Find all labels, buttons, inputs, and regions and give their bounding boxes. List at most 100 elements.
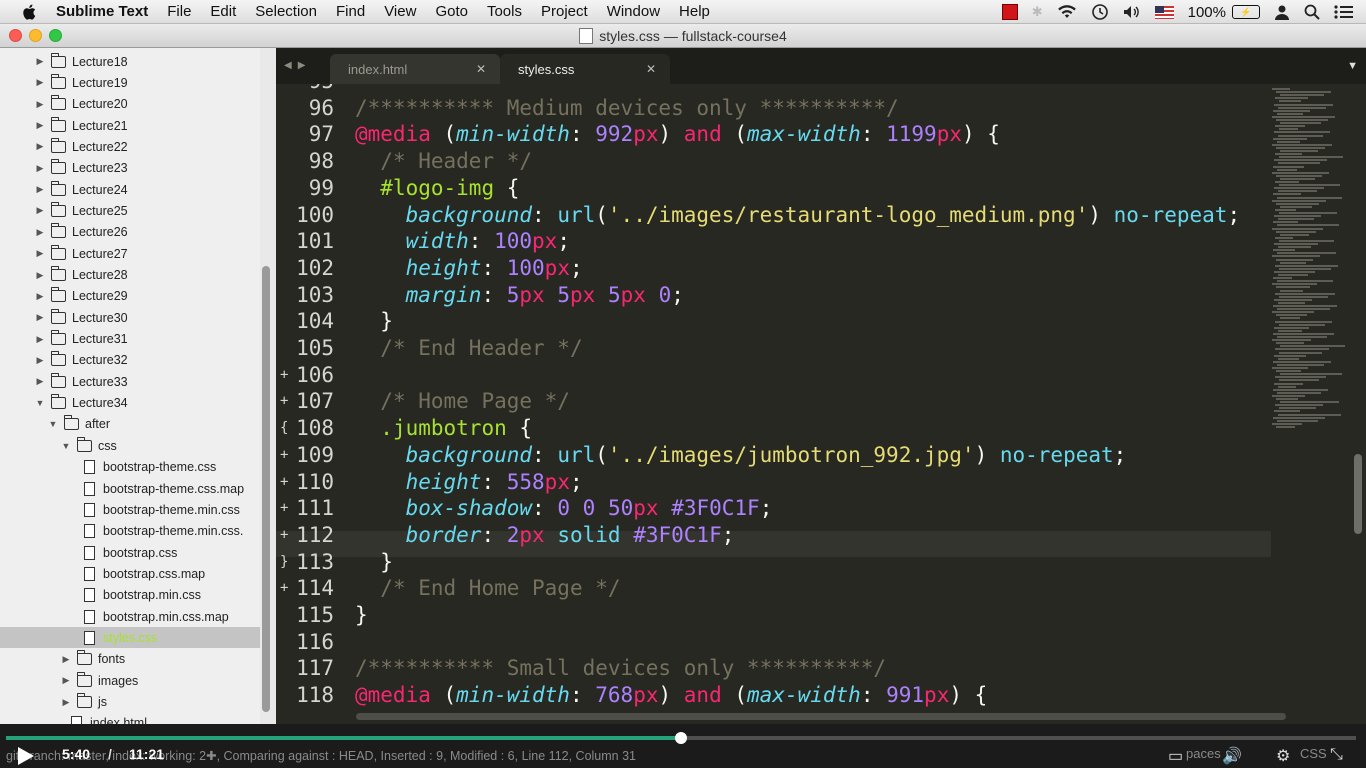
sidebar-folder[interactable]: ▶ Lecture22 xyxy=(0,136,260,157)
video-progress-knob[interactable] xyxy=(675,732,687,744)
sidebar-folder[interactable]: ▼ css xyxy=(0,435,260,456)
tab-nav-arrows-icon[interactable]: ◀▶ xyxy=(284,60,311,71)
disclosure-closed-icon[interactable]: ▶ xyxy=(34,333,46,345)
disclosure-closed-icon[interactable]: ▶ xyxy=(34,376,46,388)
menu-goto[interactable]: Goto xyxy=(435,3,468,20)
sidebar-folder[interactable]: ▶ Lecture33 xyxy=(0,371,260,392)
menu-file[interactable]: File xyxy=(167,3,191,20)
disclosure-open-icon[interactable]: ▼ xyxy=(47,418,59,430)
syntax-mode[interactable]: CSS xyxy=(1300,746,1327,761)
minimap[interactable] xyxy=(1272,84,1350,444)
sidebar-folder[interactable]: ▶ js xyxy=(0,692,260,713)
sidebar-folder[interactable]: ▶ Lecture29 xyxy=(0,286,260,307)
tab-styles-css[interactable]: styles.css ✕ xyxy=(500,54,670,84)
menu-edit[interactable]: Edit xyxy=(210,3,236,20)
menu-project[interactable]: Project xyxy=(541,3,588,20)
disclosure-closed-icon[interactable]: ▶ xyxy=(34,184,46,196)
disclosure-closed-icon[interactable]: ▶ xyxy=(34,141,46,153)
sidebar-file[interactable]: bootstrap.css.map xyxy=(0,563,260,584)
spotlight-search-icon[interactable] xyxy=(1304,4,1320,20)
exit-fullscreen-icon[interactable]: ⤡ xyxy=(1330,746,1343,764)
sidebar-file[interactable]: bootstrap-theme.min.css. xyxy=(0,521,260,542)
sidebar-folder[interactable]: ▶ Lecture28 xyxy=(0,265,260,286)
app-menu[interactable]: Sublime Text xyxy=(56,3,148,20)
sidebar-file[interactable]: bootstrap.min.css.map xyxy=(0,606,260,627)
sidebar-folder[interactable]: ▶ Lecture25 xyxy=(0,200,260,221)
disclosure-closed-icon[interactable]: ▶ xyxy=(34,269,46,281)
record-icon[interactable] xyxy=(1001,4,1018,20)
sidebar-file[interactable]: bootstrap-theme.css xyxy=(0,457,260,478)
menu-find[interactable]: Find xyxy=(336,3,365,20)
time-machine-icon[interactable] xyxy=(1091,3,1109,21)
sidebar-folder[interactable]: ▶ Lecture24 xyxy=(0,179,260,200)
minimize-window-button[interactable] xyxy=(29,29,42,42)
close-window-button[interactable] xyxy=(9,29,22,42)
captions-icon[interactable]: ▭ xyxy=(1168,746,1183,766)
notification-center-icon[interactable] xyxy=(1334,5,1354,19)
disclosure-closed-icon[interactable]: ▶ xyxy=(34,205,46,217)
disclosure-closed-icon[interactable]: ▶ xyxy=(60,653,72,665)
apple-icon[interactable] xyxy=(20,2,40,22)
sidebar-folder[interactable]: ▶ Lecture30 xyxy=(0,307,260,328)
sidebar-folder[interactable]: ▶ Lecture23 xyxy=(0,158,260,179)
sidebar-folder[interactable]: ▶ Lecture26 xyxy=(0,222,260,243)
disclosure-closed-icon[interactable]: ▶ xyxy=(60,696,72,708)
video-progress-track[interactable] xyxy=(6,732,1356,744)
sidebar-folder[interactable]: ▶ Lecture18 xyxy=(0,51,260,72)
sidebar-folder[interactable]: ▶ images xyxy=(0,670,260,691)
disclosure-closed-icon[interactable]: ▶ xyxy=(34,77,46,89)
tab-index-html[interactable]: index.html ✕ xyxy=(330,54,500,84)
menu-selection[interactable]: Selection xyxy=(255,3,317,20)
sidebar-file[interactable]: bootstrap.min.css xyxy=(0,585,260,606)
user-icon[interactable] xyxy=(1274,4,1290,20)
sidebar-scrollbar[interactable] xyxy=(262,266,270,712)
editor-vertical-scrollbar[interactable] xyxy=(1354,454,1362,534)
close-tab-icon[interactable]: ✕ xyxy=(646,62,656,76)
sidebar-folder[interactable]: ▼ after xyxy=(0,414,260,435)
sidebar-folder[interactable]: ▶ Lecture19 xyxy=(0,72,260,93)
settings-gear-icon[interactable]: ⚙ xyxy=(1276,746,1290,766)
code-editor[interactable]: 9596979899100101102103104105106+107+108{… xyxy=(276,84,1366,724)
disclosure-open-icon[interactable]: ▼ xyxy=(60,440,72,452)
sidebar-file[interactable]: styles.css xyxy=(0,627,260,649)
sidebar-folder[interactable]: ▶ fonts xyxy=(0,649,260,670)
disclosure-closed-icon[interactable]: ▶ xyxy=(34,312,46,324)
bluetooth-icon[interactable]: ✱ xyxy=(1032,4,1043,20)
indentation-setting[interactable]: paces xyxy=(1186,746,1221,761)
sidebar-folder[interactable]: ▶ Lecture27 xyxy=(0,243,260,264)
disclosure-closed-icon[interactable]: ▶ xyxy=(34,98,46,110)
menu-window[interactable]: Window xyxy=(607,3,660,20)
disclosure-closed-icon[interactable]: ▶ xyxy=(34,120,46,132)
battery-icon[interactable]: ⚡ xyxy=(1232,5,1260,19)
volume-icon[interactable]: 🔊 xyxy=(1222,746,1242,766)
close-tab-icon[interactable]: ✕ xyxy=(476,62,486,76)
disclosure-closed-icon[interactable]: ▶ xyxy=(34,162,46,174)
menu-tools[interactable]: Tools xyxy=(487,3,522,20)
tab-dropdown-icon[interactable]: ▼ xyxy=(1347,60,1358,72)
menu-help[interactable]: Help xyxy=(679,3,710,20)
sidebar-folder[interactable]: ▶ Lecture21 xyxy=(0,115,260,136)
code-area[interactable]: /********** Medium devices only ********… xyxy=(355,84,1271,724)
flag-icon[interactable] xyxy=(1154,5,1174,19)
wifi-icon[interactable] xyxy=(1057,5,1077,19)
sidebar-folder[interactable]: ▶ Lecture32 xyxy=(0,350,260,371)
sidebar-folder[interactable]: ▼ Lecture34 xyxy=(0,393,260,414)
sidebar-file[interactable]: bootstrap.css xyxy=(0,542,260,563)
disclosure-closed-icon[interactable]: ▶ xyxy=(60,675,72,687)
sidebar-file[interactable]: bootstrap-theme.css.map xyxy=(0,478,260,499)
menu-view[interactable]: View xyxy=(384,3,416,20)
disclosure-open-icon[interactable]: ▼ xyxy=(34,397,46,409)
sidebar-folder[interactable]: ▶ Lecture31 xyxy=(0,329,260,350)
disclosure-closed-icon[interactable]: ▶ xyxy=(34,56,46,68)
disclosure-closed-icon[interactable]: ▶ xyxy=(34,354,46,366)
volume-icon[interactable] xyxy=(1123,5,1141,19)
disclosure-closed-icon[interactable]: ▶ xyxy=(34,226,46,238)
zoom-window-button[interactable] xyxy=(49,29,62,42)
sidebar-file[interactable]: index.html xyxy=(0,713,260,724)
sidebar-folder[interactable]: ▶ Lecture20 xyxy=(0,94,260,115)
sidebar-file[interactable]: bootstrap-theme.min.css xyxy=(0,499,260,520)
disclosure-closed-icon[interactable]: ▶ xyxy=(34,248,46,260)
play-icon[interactable] xyxy=(18,747,34,765)
editor-horizontal-scrollbar[interactable] xyxy=(356,713,1286,720)
disclosure-closed-icon[interactable]: ▶ xyxy=(34,290,46,302)
